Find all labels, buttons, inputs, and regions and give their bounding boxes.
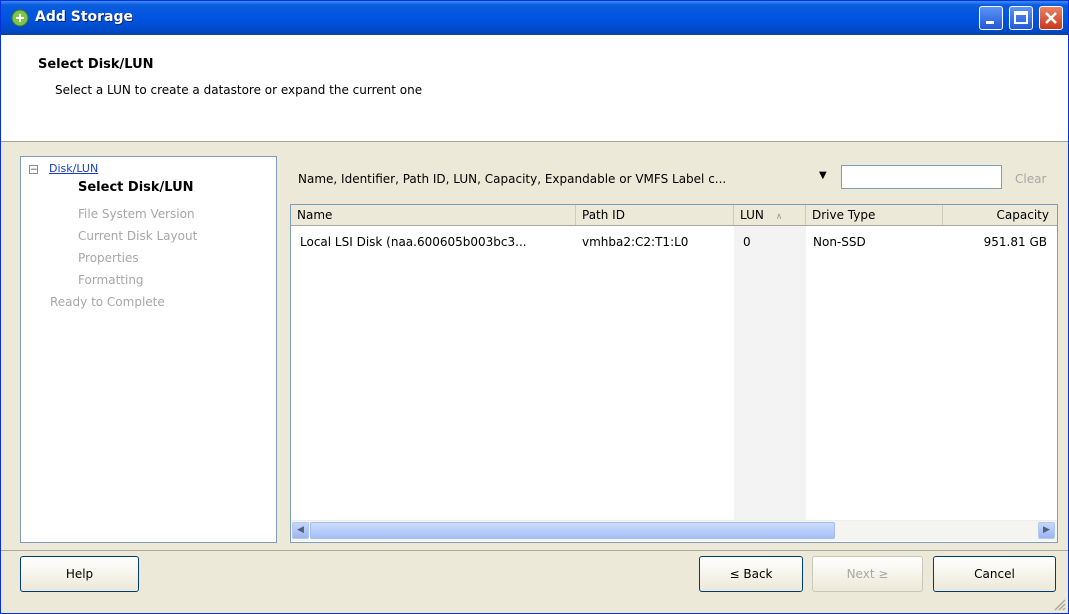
- column-header-capacity[interactable]: Capacity: [943, 205, 1057, 225]
- cell-drive-type: Non-SSD: [813, 235, 866, 249]
- nav-step-file-system-version: File System Version: [78, 207, 195, 221]
- wizard-header: Select Disk/LUN Select a LUN to create a…: [1, 35, 1068, 142]
- cell-capacity: 951.81 GB: [983, 235, 1047, 249]
- title-bar[interactable]: Add Storage: [1, 1, 1068, 35]
- page-subtitle: Select a LUN to create a datastore or ex…: [55, 83, 423, 97]
- scroll-right-icon[interactable]: ▶: [1038, 522, 1055, 539]
- nav-step-ready-to-complete: Ready to Complete: [50, 295, 165, 309]
- lun-table: Name Path ID LUN ∧ Drive Type Capacity L…: [290, 204, 1058, 543]
- scrollbar-thumb[interactable]: [310, 522, 835, 539]
- column-header-drive-type[interactable]: Drive Type: [806, 205, 943, 225]
- filter-dropdown-icon[interactable]: ▼: [819, 170, 827, 181]
- add-storage-icon: [11, 9, 29, 27]
- add-storage-window: Add Storage Select Disk/LUN Select a LUN…: [0, 0, 1069, 614]
- wizard-steps-pane: − Disk/LUN Select Disk/LUN File System V…: [20, 156, 277, 543]
- nav-step-select-disk: Select Disk/LUN: [78, 180, 194, 195]
- nav-root-disk-lun[interactable]: Disk/LUN: [49, 162, 98, 175]
- nav-step-properties: Properties: [78, 251, 139, 265]
- table-header: Name Path ID LUN ∧ Drive Type Capacity: [291, 205, 1057, 226]
- maximize-button[interactable]: [1009, 6, 1033, 30]
- column-header-lun[interactable]: LUN ∧: [734, 205, 806, 225]
- nav-step-formatting: Formatting: [78, 273, 144, 287]
- help-button[interactable]: Help: [20, 556, 139, 592]
- close-button[interactable]: [1039, 6, 1063, 30]
- cancel-button[interactable]: Cancel: [933, 556, 1056, 592]
- horizontal-scrollbar[interactable]: ◀ ▶: [291, 520, 1057, 541]
- back-button[interactable]: ≤ Back: [699, 556, 803, 592]
- column-header-name[interactable]: Name: [291, 205, 576, 225]
- filter-field-label: Name, Identifier, Path ID, LUN, Capacity…: [298, 172, 727, 186]
- window-title: Add Storage: [35, 9, 134, 25]
- cell-lun: 0: [743, 235, 751, 249]
- next-button[interactable]: Next ≥: [812, 556, 923, 592]
- sort-ascending-icon: ∧: [775, 212, 783, 222]
- scroll-left-icon[interactable]: ◀: [292, 522, 309, 539]
- column-header-lun-label: LUN: [740, 208, 764, 222]
- column-header-path-id[interactable]: Path ID: [576, 205, 734, 225]
- resize-grip-icon[interactable]: [1052, 597, 1066, 611]
- cell-name: Local LSI Disk (naa.600605b003bc3...: [300, 235, 527, 249]
- sorted-column-highlight: [734, 226, 806, 520]
- minimize-button[interactable]: [979, 6, 1003, 30]
- clear-filter-link[interactable]: Clear: [1015, 172, 1046, 186]
- collapse-toggle-icon[interactable]: −: [29, 165, 38, 175]
- page-title: Select Disk/LUN: [38, 57, 154, 72]
- footer-divider: [1, 550, 1068, 551]
- nav-step-current-disk-layout: Current Disk Layout: [78, 229, 198, 243]
- cell-path-id: vmhba2:C2:T1:L0: [582, 235, 689, 249]
- filter-input[interactable]: [841, 165, 1002, 189]
